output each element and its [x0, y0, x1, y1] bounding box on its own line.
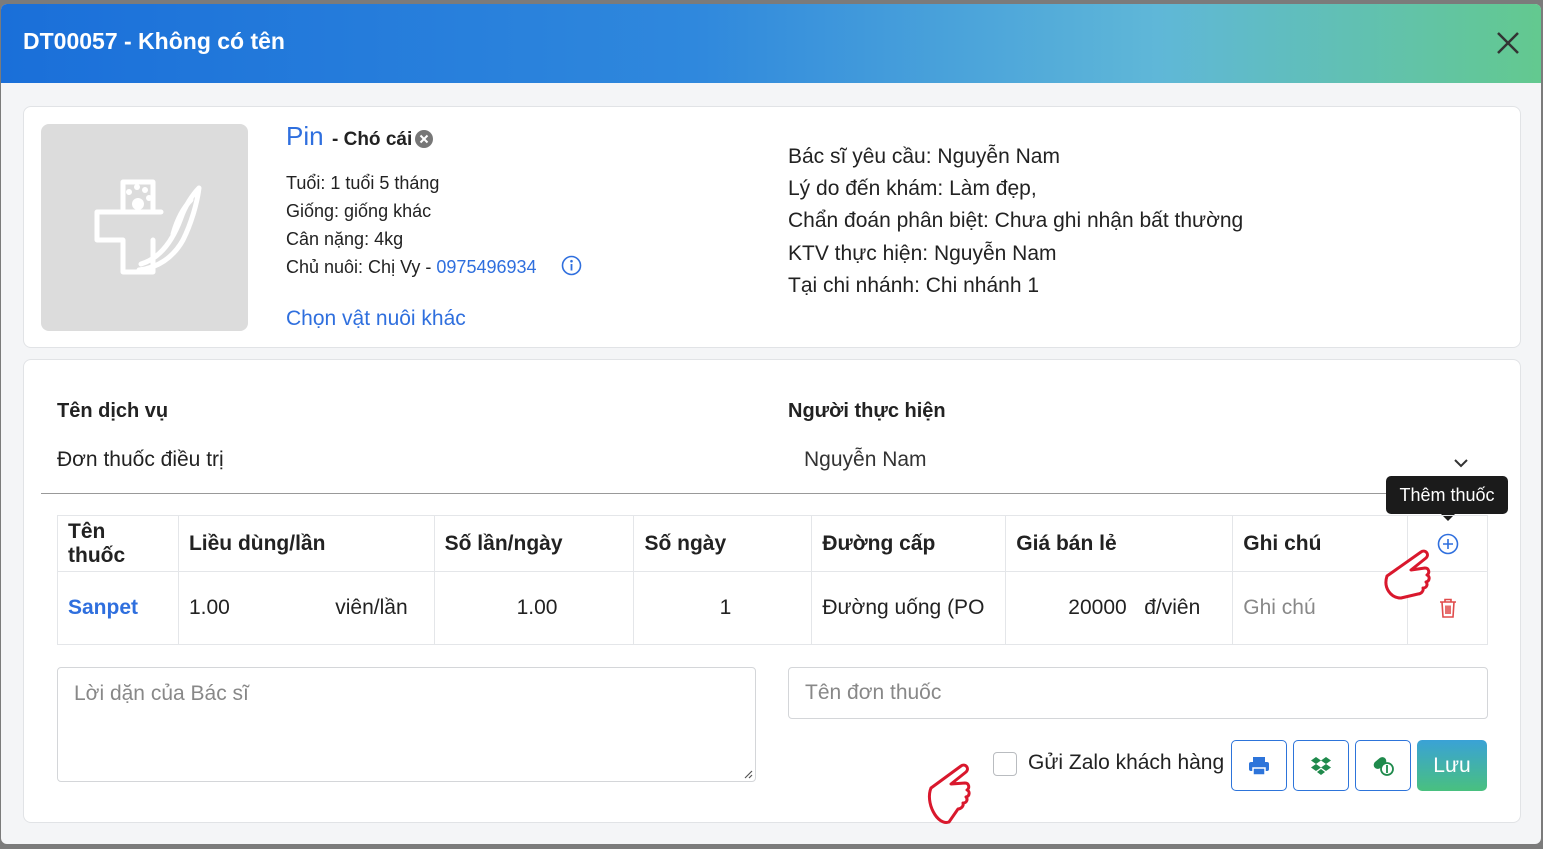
note-input[interactable]: Ghi chú — [1243, 596, 1315, 619]
service-name-value: Đơn thuốc điều trị — [57, 448, 224, 471]
col-route: Đường cấp — [811, 515, 1007, 572]
medicine-table: Tên thuốc Liều dùng/lần Số lần/ngày Số n… — [57, 515, 1488, 645]
pointing-hand-icon-2 — [928, 763, 971, 824]
modal-title: DT00057 - Không có tên — [23, 28, 285, 54]
doctor-advice-textarea[interactable]: Lời dặn của Bác sĩ — [57, 667, 756, 782]
chevron-down-icon[interactable] — [1451, 456, 1471, 470]
dropbox-button[interactable] — [1293, 740, 1349, 791]
print-button[interactable] — [1231, 740, 1287, 791]
table-header-row: Tên thuốc Liều dùng/lần Số lần/ngày Số n… — [57, 515, 1488, 572]
dose-cell[interactable]: 1.00 viên/lần — [177, 571, 435, 645]
pet-weight: Cân nặng: 4kg — [286, 229, 404, 249]
performer-label: Người thực hiện — [788, 400, 946, 422]
save-button[interactable]: Lưu — [1417, 740, 1487, 791]
times-cell[interactable]: 1.00 — [433, 571, 635, 645]
differential-diagnosis: Chẩn đoán phân biệt: Chưa ghi nhận bất t… — [788, 209, 1244, 232]
technician: KTV thực hiện: Nguyễn Nam — [788, 242, 1057, 265]
dropbox-icon — [1311, 756, 1331, 775]
visit-reason: Lý do đến khám: Làm đẹp, — [788, 177, 1037, 200]
service-name-label: Tên dịch vụ — [57, 400, 169, 422]
divider — [41, 493, 1503, 494]
pet-info-card: Pin - Chó cái Tuổi: 1 tuổi 5 tháng Giống… — [23, 106, 1521, 348]
send-zalo-label[interactable]: Gửi Zalo khách hàng — [1028, 751, 1224, 775]
choose-other-pet-link[interactable]: Chọn vật nuôi khác — [286, 307, 466, 331]
pills-icon — [1373, 756, 1394, 776]
route-value[interactable]: Đường uống (PO — [822, 596, 984, 619]
pet-breed: Giống: giống khác — [286, 201, 432, 221]
table-row: Sanpet 1.00 viên/lần 1.00 1 Đường uống (P… — [57, 571, 1488, 645]
doctor-advice-placeholder: Lời dặn của Bác sĩ — [74, 682, 249, 705]
times-value[interactable]: 1.00 — [517, 596, 558, 619]
prescription-name-placeholder: Tên đơn thuốc — [805, 681, 942, 704]
medicine-button[interactable] — [1355, 740, 1411, 791]
requesting-doctor: Bác sĩ yêu cầu: Nguyễn Nam — [788, 145, 1060, 168]
route-cell[interactable]: Đường uống (PO — [811, 571, 1007, 645]
owner-label: Chủ nuôi: Chị Vy - — [286, 257, 437, 277]
add-medicine-tooltip: Thêm thuốc — [1386, 476, 1508, 521]
pointing-hand-icon — [1384, 549, 1431, 600]
pet-name[interactable]: Pin — [286, 121, 324, 152]
dose-unit: viên/lần — [335, 596, 408, 619]
days-value[interactable]: 1 — [720, 596, 732, 619]
service-card: Tên dịch vụ Đơn thuốc điều trị Người thự… — [23, 359, 1521, 823]
pet-age: Tuổi: 1 tuổi 5 tháng — [286, 173, 440, 193]
price-cell[interactable]: 20000 đ/viên — [1005, 571, 1234, 645]
col-dose: Liều dùng/lần — [177, 515, 435, 572]
col-drug-name: Tên thuốc — [57, 515, 179, 572]
close-icon[interactable] — [1493, 28, 1523, 58]
drug-name-cell: Sanpet — [57, 571, 179, 645]
pet-gender: - Chó cái — [332, 129, 413, 150]
col-times-per-day: Số lần/ngày — [433, 515, 635, 572]
pet-avatar — [41, 124, 248, 331]
days-cell[interactable]: 1 — [633, 571, 813, 645]
pet-owner: Chủ nuôi: Chị Vy - 0975496934 — [286, 257, 537, 278]
info-icon[interactable] — [561, 255, 582, 276]
prescription-modal: DT00057 - Không có tên Pin - Chó cái Tuổ… — [1, 4, 1541, 844]
resize-handle-icon[interactable] — [743, 769, 753, 779]
branch: Tại chi nhánh: Chi nhánh 1 — [788, 274, 1040, 297]
pet-care-icon — [94, 179, 202, 275]
col-retail-price: Giá bán lẻ — [1005, 515, 1234, 572]
performer-select[interactable]: Nguyễn Nam — [804, 448, 927, 472]
printer-icon — [1249, 756, 1269, 776]
send-zalo-checkbox[interactable] — [993, 752, 1017, 776]
owner-phone[interactable]: 0975496934 — [436, 257, 536, 277]
drug-name-link[interactable]: Sanpet — [68, 596, 138, 619]
col-days: Số ngày — [633, 515, 813, 572]
price-unit: đ/viên — [1144, 596, 1201, 619]
remove-pet-icon[interactable] — [414, 129, 434, 149]
prescription-name-input[interactable]: Tên đơn thuốc — [788, 667, 1488, 719]
dose-value[interactable]: 1.00 — [189, 596, 230, 619]
price-value[interactable]: 20000 — [1068, 596, 1126, 619]
modal-header: DT00057 - Không có tên — [1, 4, 1541, 83]
